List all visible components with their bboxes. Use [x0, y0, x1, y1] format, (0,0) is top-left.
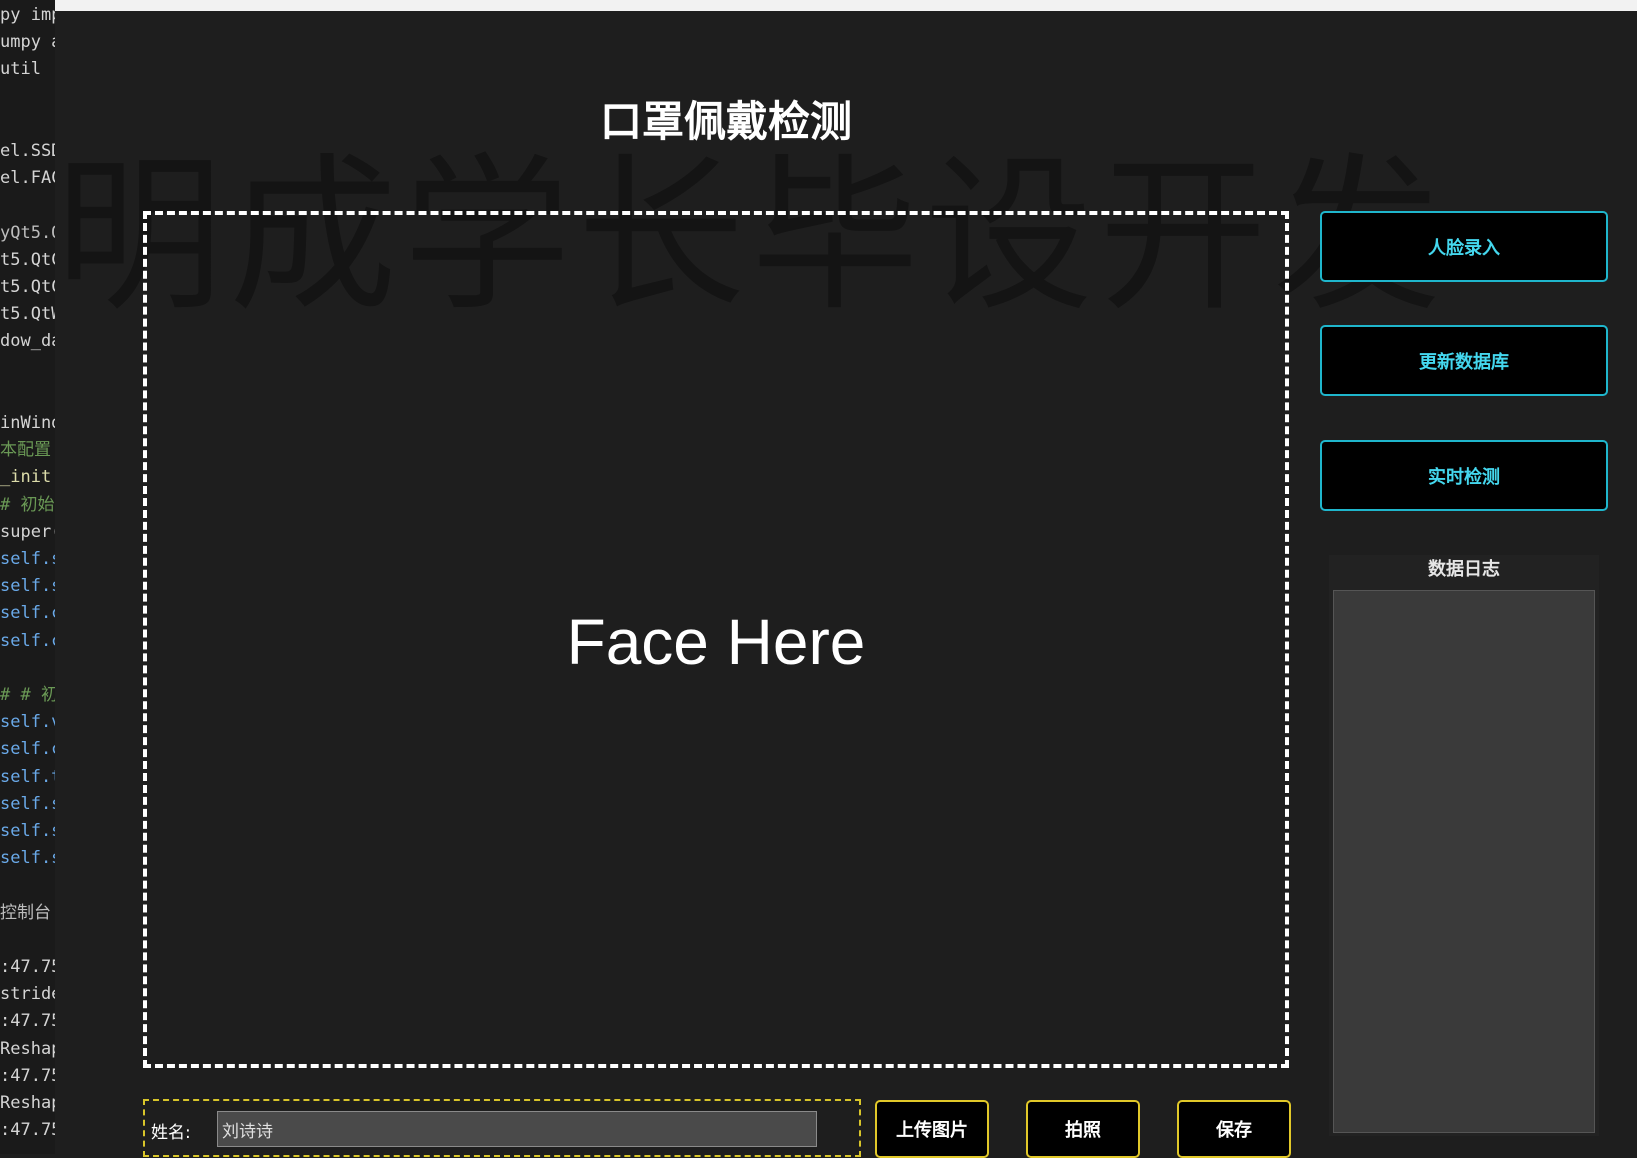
code-line: 本配置 — [0, 440, 51, 461]
code-line: el.FAC — [0, 168, 55, 189]
code-line: self.c — [0, 630, 55, 651]
take-photo-button[interactable]: 拍照 — [1026, 1100, 1140, 1158]
code-line: py imp — [0, 5, 55, 25]
code-line: t5.QtC — [0, 249, 55, 270]
code-line: Reshap — [0, 1038, 55, 1059]
code-line: :47.75 — [0, 1065, 55, 1086]
window-top-border — [55, 0, 1637, 11]
code-line: super( — [0, 521, 55, 542]
code-line: self.s — [0, 821, 55, 841]
code-line: inWind — [0, 413, 55, 433]
code-line: self.v — [0, 712, 55, 733]
code-line: _init — [0, 467, 52, 488]
face-entry-button[interactable]: 人脸录入 — [1320, 211, 1608, 282]
update-database-button[interactable]: 更新数据库 — [1320, 325, 1608, 396]
data-log-textarea[interactable] — [1333, 590, 1595, 1133]
face-placeholder-label: Face Here — [566, 606, 866, 678]
code-line: # 初始 — [0, 494, 55, 515]
code-line: el.SSD — [0, 141, 55, 161]
realtime-detection-button[interactable]: 实时检测 — [1320, 440, 1608, 511]
save-button[interactable]: 保存 — [1177, 1100, 1291, 1158]
code-line: t5.QtW — [0, 304, 55, 325]
code-line: :47.75 — [0, 1120, 55, 1141]
data-log-panel: 数据日志 — [1329, 555, 1599, 1136]
code-line: self.s — [0, 576, 55, 597]
code-line: util — [0, 59, 41, 80]
code-line: # # 初 — [0, 685, 55, 705]
name-input[interactable] — [217, 1111, 817, 1147]
page-title: 口罩佩戴检测 — [600, 97, 853, 146]
code-editor-strip: py imp umpy a util el.SSD el.FAC yQt5.Q t5.QtC… — [0, 0, 55, 1154]
code-line: Reshap — [0, 1093, 55, 1113]
name-field-group: 姓名: — [143, 1099, 861, 1157]
code-line: umpy a — [0, 32, 55, 53]
upload-image-button[interactable]: 上传图片 — [875, 1100, 989, 1158]
code-line: 控制台 — [0, 902, 51, 923]
code-line: :47.75 — [0, 957, 55, 977]
code-line: self.c — [0, 603, 55, 624]
code-line: stride — [0, 984, 55, 1005]
code-line: self.s — [0, 549, 55, 569]
face-display-area: Face Here — [143, 211, 1289, 1068]
code-line: t5.QtC — [0, 277, 55, 297]
code-line: :47.75 — [0, 1011, 55, 1032]
code-line: dow_da — [0, 331, 55, 352]
code-line: self.s — [0, 848, 55, 869]
data-log-title: 数据日志 — [1428, 559, 1500, 580]
code-line: self.s — [0, 793, 55, 814]
code-line: yQt5.Q — [0, 222, 55, 243]
name-label: 姓名: — [151, 1123, 191, 1143]
code-line: self.c — [0, 739, 55, 760]
code-line: self.t — [0, 766, 55, 787]
